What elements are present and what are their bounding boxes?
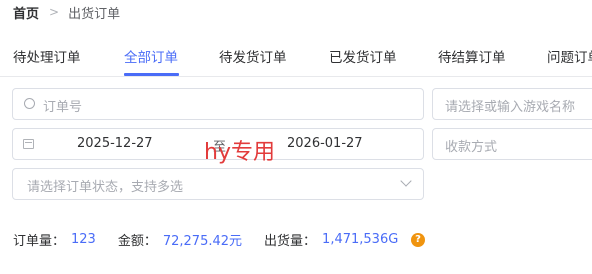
search-icon	[24, 98, 35, 109]
help-icon[interactable]: ?	[411, 233, 425, 247]
tab-all[interactable]: 全部订单	[124, 46, 178, 66]
watermark-text: hy专用	[204, 140, 275, 165]
game-select-input[interactable]: 请选择或输入游戏名称	[432, 88, 592, 120]
tab-pending[interactable]: 待处理订单	[13, 46, 81, 66]
chevron-down-icon	[400, 175, 412, 187]
tab-shipped[interactable]: 已发货订单	[329, 46, 397, 66]
order-number-placeholder: 订单号	[43, 100, 83, 115]
order-count-value: 123	[71, 232, 96, 247]
breadcrumb-current: 出货订单	[68, 6, 121, 22]
payment-method-placeholder: 收款方式	[445, 140, 498, 155]
breadcrumb-separator-icon: >	[49, 5, 60, 19]
payment-method-select[interactable]: 收款方式	[432, 128, 592, 160]
order-count-label: 订单量：	[13, 234, 66, 249]
volume-label: 出货量：	[264, 234, 317, 249]
amount-label: 金额：	[117, 234, 157, 249]
breadcrumb-home[interactable]: 首页	[13, 3, 39, 22]
tab-problem[interactable]: 问题订单	[547, 46, 592, 66]
game-select-placeholder: 请选择或输入游戏名称	[445, 100, 576, 115]
active-tab-indicator	[124, 73, 179, 76]
volume-value: 1,471,536G	[322, 232, 399, 247]
date-start-value[interactable]: 2025-12-27	[77, 136, 153, 151]
order-summary: 订单量： 123 金额： 72,275.42元 出货量： 1,471,536G	[13, 230, 398, 249]
order-number-input[interactable]: 订单号	[12, 88, 424, 120]
date-end-value[interactable]: 2026-01-27	[287, 136, 363, 151]
order-status-select[interactable]: 请选择订单状态，支持多选	[12, 168, 424, 200]
breadcrumb: 首页 > 出货订单	[13, 3, 121, 22]
calendar-icon	[23, 139, 34, 149]
amount-value: 72,275.42元	[162, 234, 243, 249]
order-tabs: 待处理订单 全部订单 待发货订单 已发货订单 待结算订单 问题订单	[0, 38, 592, 77]
tab-to-settle[interactable]: 待结算订单	[438, 46, 506, 66]
tab-to-ship[interactable]: 待发货订单	[219, 46, 287, 66]
order-status-placeholder: 请选择订单状态，支持多选	[27, 180, 184, 195]
